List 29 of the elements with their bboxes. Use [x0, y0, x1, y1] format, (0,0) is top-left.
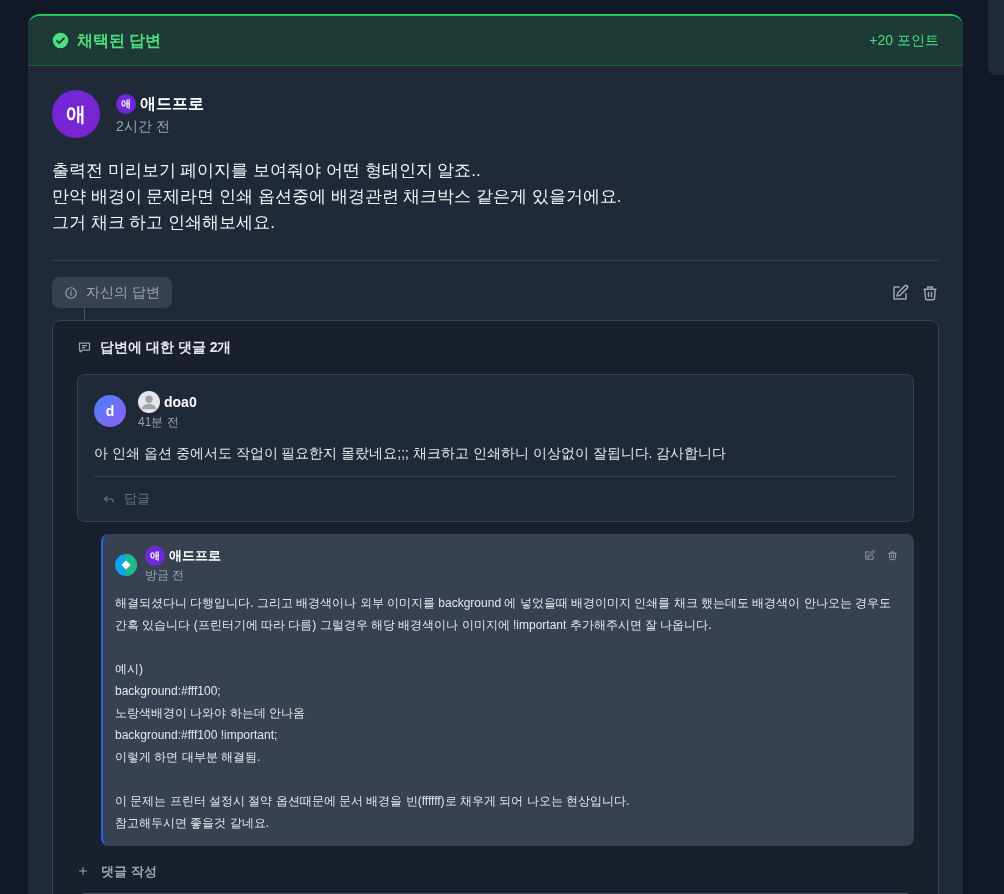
person-icon	[138, 391, 160, 413]
write-comment-button[interactable]: 댓글 작성	[77, 861, 157, 881]
answer-text: 출력전 미리보기 페이지를 보여줘야 어떤 형태인지 알죠.. 만약 배경이 문제라면 인쇄 옵션중에 배경관련 채크박스 같은게 있을거에요. 그거 채크 하고 인쇄해보세요.	[52, 158, 939, 261]
edit-icon[interactable]	[891, 283, 909, 302]
post-time: 방금 전	[145, 566, 186, 584]
user-badge: 애	[145, 545, 165, 566]
author-name[interactable]: 애드프로	[140, 91, 204, 116]
trash-icon[interactable]	[887, 549, 898, 561]
user-avatar: 애	[52, 90, 100, 138]
post-time: 41분 전	[138, 414, 180, 431]
user-avatar: d	[94, 395, 126, 427]
reply-text: 이 문제는 프린터 설정시 절약 옵션때문에 문서 배경을 빈(ffffff)로 채우게 되어 나오는 현상입니다. 참고해두시면 좋을것 같네요.	[115, 792, 631, 832]
check-circle-icon	[52, 32, 69, 49]
plus-icon	[77, 865, 89, 878]
author-name[interactable]: doa0	[164, 391, 197, 413]
comment-icon	[77, 340, 92, 355]
points-label: +20 포인트	[869, 31, 939, 50]
trash-icon[interactable]	[921, 283, 939, 302]
info-icon	[64, 285, 78, 300]
post-time: 2시간 전	[116, 116, 171, 136]
edit-icon[interactable]	[864, 549, 875, 561]
own-answer-tag: 자신의 답변	[52, 277, 172, 308]
author-name[interactable]: 애드프로	[169, 545, 221, 566]
user-badge: 애	[116, 93, 136, 114]
accepted-label: 채택된 답변	[77, 30, 162, 51]
comment-text: 아 인쇄 옵션 중에서도 작업이 필요한지 몰랐네요;;; 채크하고 인쇄하니 이상없이 잘됩니다. 감사합니다	[94, 444, 728, 463]
reply-text: 해결되셨다니 다행입니다. 그리고 배경색이나 외부 이미지를 background 에 넣었을때 배경이미지 인쇄를 채크 했는데도 배경색이 안나오는 경우도 간혹 있습니다 (프린터기에 따라 다름) 그럴경우 해당 배경색이나 이미지에 !important 추가해주시면 잘 나옵니다.	[115, 594, 893, 634]
reply-text: 예시) background:#fff100; 노랑색배경이 나와야 하는데 안나옴 background:#fff100 !important; 이렇게 하면 대부분 해결됨.	[115, 660, 306, 766]
comments-title: 답변에 대한 댓글 2개	[100, 338, 232, 357]
